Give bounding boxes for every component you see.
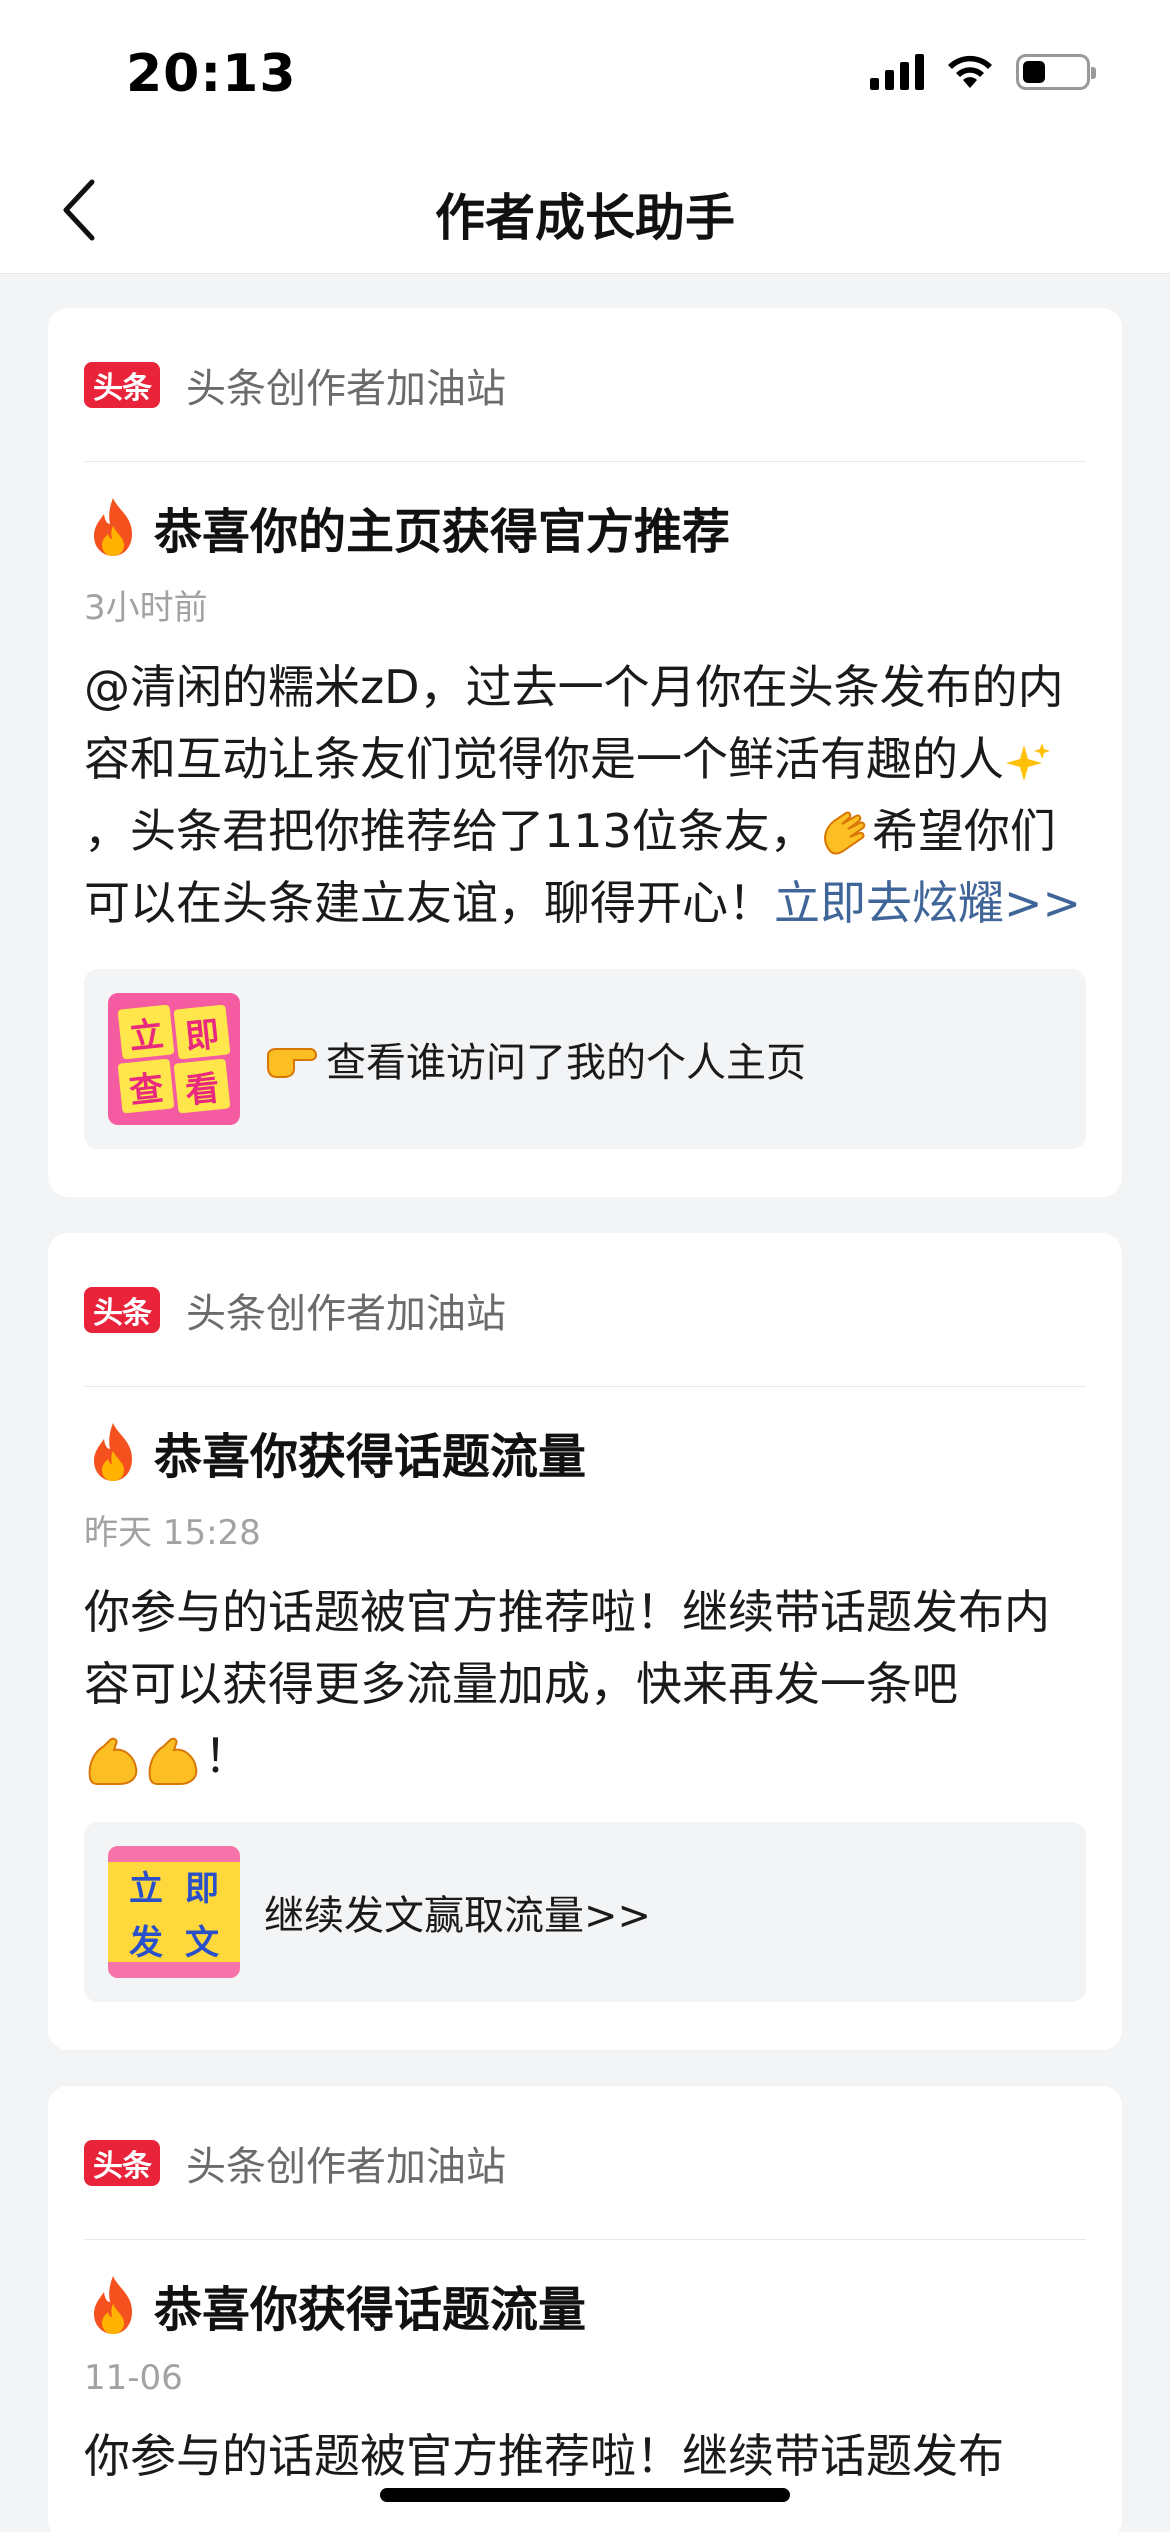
flexed-biceps-icon: [148, 1737, 198, 1785]
message-feed[interactable]: 头条 头条创作者加油站 恭喜你的主页获得官方推荐 3小时前 @清闲的糯米zD，过…: [48, 308, 1122, 2532]
thumbnail-char: 立: [117, 1004, 175, 1060]
thumbnail-char: 即: [173, 1004, 231, 1060]
post-now-thumbnail: 立 即 发 文: [108, 1846, 240, 1978]
thumbnail-char: 立: [129, 1868, 163, 1909]
card-title-text: 恭喜你获得话题流量: [154, 1429, 587, 1485]
message-card[interactable]: 头条 头条创作者加油站 恭喜你获得话题流量 11-06 你参与的话题被官方推荐啦…: [48, 2086, 1122, 2532]
card-title: 恭喜你获得话题流量: [84, 1417, 1086, 1487]
battery-level: [1023, 61, 1045, 83]
card-header: 头条 头条创作者加油站: [84, 1233, 1086, 1387]
card-time: 11-06: [84, 2358, 183, 2398]
thumbnail-char: 即: [185, 1868, 219, 1909]
status-icons: [870, 54, 1096, 90]
source-name: 头条创作者加油站: [186, 365, 506, 412]
battery-icon: [1016, 54, 1096, 90]
card-title-text: 恭喜你的主页获得官方推荐: [154, 504, 731, 560]
wifi-icon: [948, 55, 992, 88]
pointing-hand-icon: [267, 1048, 318, 1078]
toutiao-logo: 头条: [84, 1286, 160, 1333]
action-label: 继续发文赢取流量>>: [264, 1893, 652, 1939]
action-label: 查看谁访问了我的个人主页: [326, 1040, 806, 1086]
card-title: 恭喜你获得话题流量: [84, 2270, 1086, 2340]
clapping-hands-icon: [823, 811, 866, 854]
source-name: 头条创作者加油站: [186, 2143, 506, 2190]
card-title: 恭喜你的主页获得官方推荐: [84, 492, 1086, 562]
fire-icon: [94, 498, 132, 556]
cellular-signal-icon: [870, 54, 924, 90]
toutiao-logo: 头条: [84, 361, 160, 408]
view-visitors-action[interactable]: 立 即 查 看 查看谁访问了我的个人主页: [84, 969, 1086, 1149]
card-header: 头条 头条创作者加油站: [84, 2086, 1086, 2240]
fire-icon: [94, 1423, 132, 1481]
status-time: 20:13: [126, 44, 297, 104]
card-body: @清闲的糯米zD，过去一个月你在头条发布的内容和互动让条友们觉得你是一个鲜活有趣…: [84, 651, 1086, 939]
card-body: 你参与的话题被官方推荐啦！继续带话题发布内容可以获得更多流量加成，快来再发一条吧…: [84, 1576, 1086, 1792]
source-name: 头条创作者加油站: [186, 1290, 506, 1337]
body-text: ！: [204, 1729, 250, 1783]
card-header: 头条 头条创作者加油站: [84, 308, 1086, 462]
card-body: 你参与的话题被官方推荐啦！继续带话题发布: [84, 2420, 1086, 2492]
body-text: @清闲的糯米zD，过去一个月你在头条发布的内容和互动让条友们觉得你是一个鲜活有趣…: [84, 660, 1064, 786]
show-off-link[interactable]: 立即去炫耀>>: [774, 876, 1081, 930]
page-title: 作者成长助手: [435, 189, 735, 247]
action-text: 继续发文赢取流量>>: [264, 1883, 651, 1941]
thumbnail-char: 查: [117, 1058, 175, 1114]
continue-posting-action[interactable]: 立 即 发 文 继续发文赢取流量>>: [84, 1822, 1086, 2002]
nav-bar: 作者成长助手: [0, 150, 1170, 274]
view-now-thumbnail: 立 即 查 看: [108, 993, 240, 1125]
message-card[interactable]: 头条 头条创作者加油站 恭喜你的主页获得官方推荐 3小时前 @清闲的糯米zD，过…: [48, 308, 1122, 1197]
status-bar: 20:13: [0, 0, 1170, 150]
body-text: 你参与的话题被官方推荐啦！继续带话题发布内容可以获得更多流量加成，快来再发一条吧: [84, 1585, 1050, 1711]
flexed-biceps-icon: [88, 1737, 138, 1785]
fire-icon: [94, 2276, 132, 2334]
card-time: 3小时前: [84, 588, 208, 628]
toutiao-logo: 头条: [84, 2139, 160, 2186]
thumbnail-char: 文: [185, 1922, 219, 1963]
card-time: 昨天 15:28: [84, 1513, 261, 1553]
message-card[interactable]: 头条 头条创作者加油站 恭喜你获得话题流量 昨天 15:28 你参与的话题被官方…: [48, 1233, 1122, 2050]
card-title-text: 恭喜你获得话题流量: [154, 2282, 587, 2338]
body-text: 你参与的话题被官方推荐啦！继续带话题发布: [84, 2429, 1004, 2483]
body-text: ，头条君把你推荐给了113位条友，: [84, 804, 816, 858]
home-indicator[interactable]: [380, 2488, 790, 2502]
action-text: 查看谁访问了我的个人主页: [264, 1030, 806, 1088]
sparkles-icon: [1006, 742, 1050, 781]
thumbnail-char: 看: [173, 1058, 231, 1114]
thumbnail-char: 发: [129, 1922, 163, 1963]
